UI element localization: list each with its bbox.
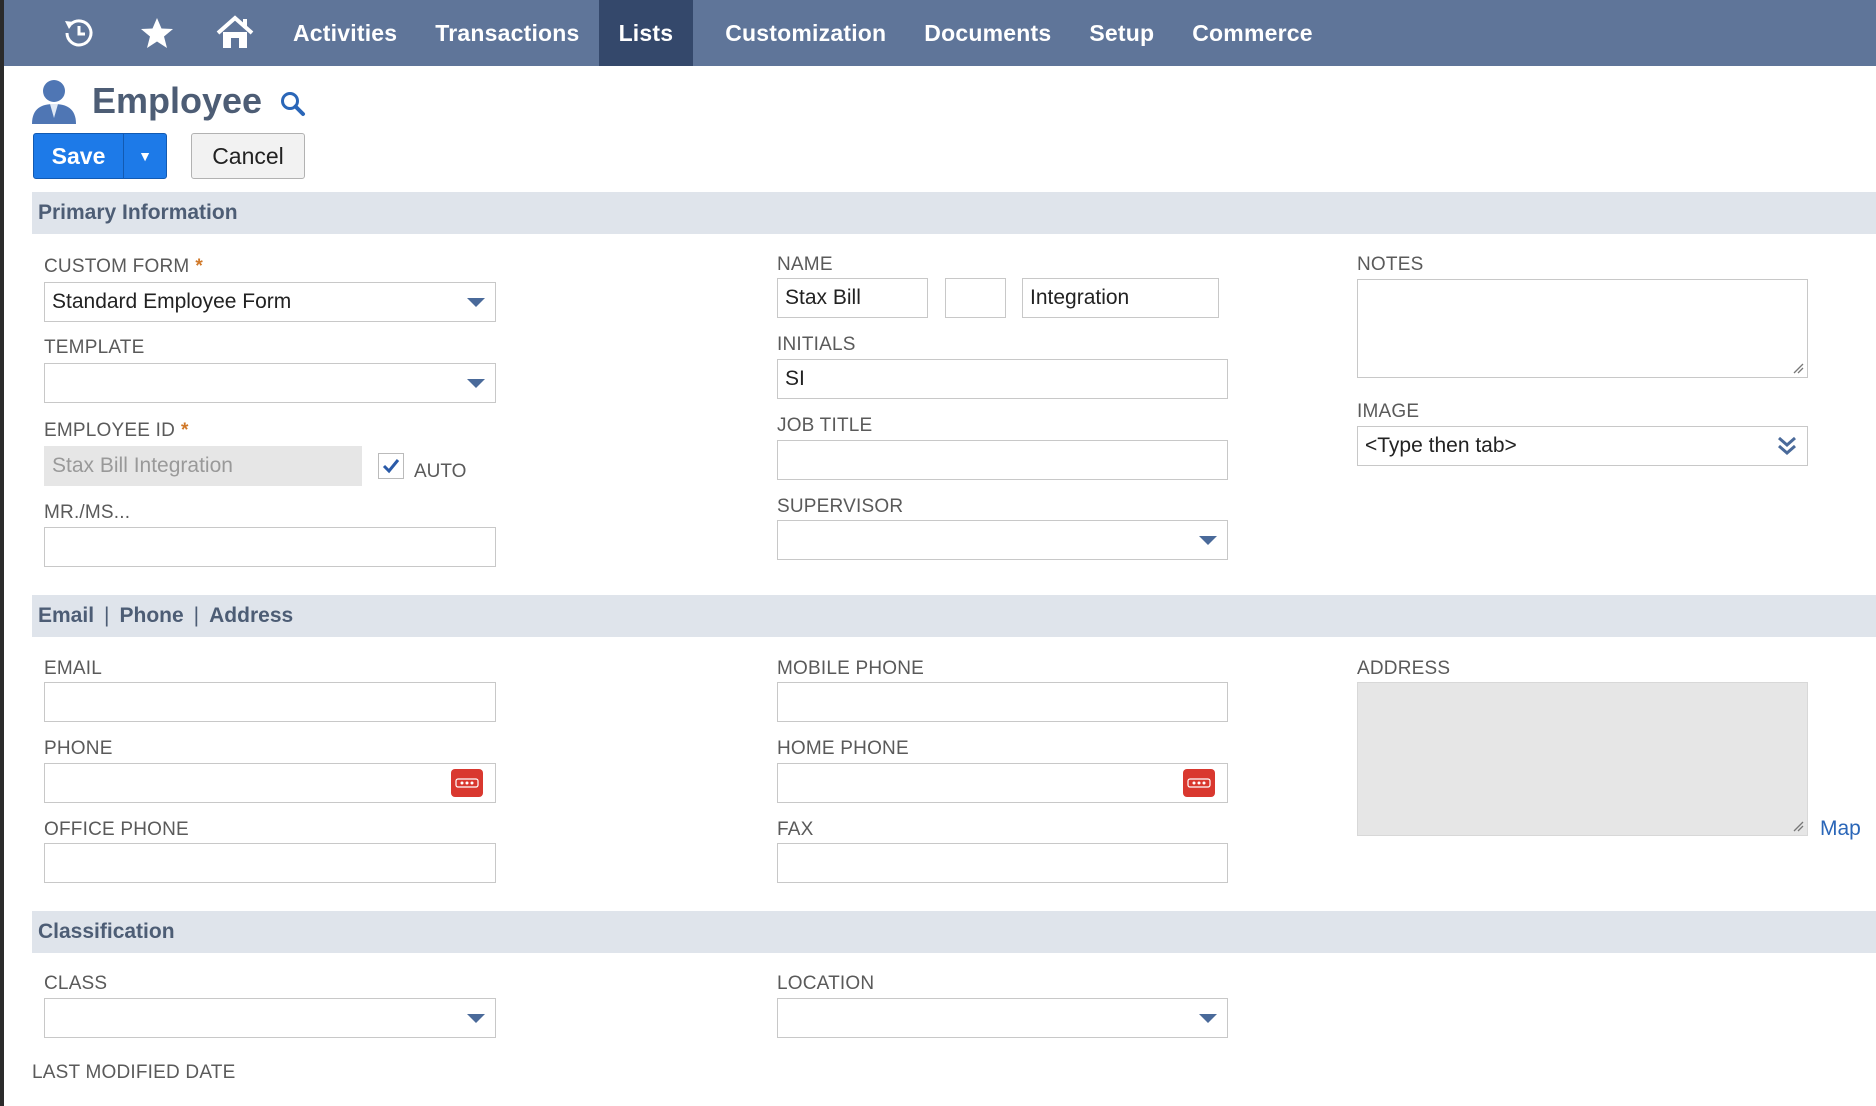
email-field[interactable]	[44, 682, 496, 722]
location-select[interactable]	[777, 998, 1228, 1038]
section-title-email: Email	[38, 604, 95, 627]
nav-documents[interactable]: Documents	[905, 0, 1070, 66]
section-title-phone: Phone	[119, 604, 184, 627]
notes-textarea[interactable]	[1357, 279, 1808, 378]
employee-id-label: EMPLOYEE ID *	[44, 420, 189, 441]
chevron-down-icon	[467, 379, 485, 388]
required-marker: *	[195, 256, 204, 277]
separator: |	[104, 604, 110, 627]
map-link[interactable]: Map	[1820, 817, 1861, 841]
resize-handle-icon[interactable]	[1792, 820, 1804, 832]
section-title-address: Address	[209, 604, 294, 627]
address-textarea	[1357, 682, 1808, 836]
nav-transactions[interactable]: Transactions	[416, 0, 598, 66]
job-title-field[interactable]	[777, 440, 1228, 480]
template-label: TEMPLATE	[44, 337, 145, 358]
nav-activities[interactable]: Activities	[274, 0, 416, 66]
home-icon[interactable]	[196, 0, 274, 66]
section-email-phone-address[interactable]: Email | Phone | Address	[32, 595, 1876, 637]
job-title-label: JOB TITLE	[777, 415, 873, 436]
location-label: LOCATION	[777, 973, 875, 994]
class-select[interactable]	[44, 998, 496, 1038]
page-title: Employee	[92, 80, 263, 121]
image-field[interactable]: <Type then tab>	[1357, 426, 1808, 466]
custom-form-label: CUSTOM FORM *	[44, 256, 204, 277]
home-phone-field[interactable]	[777, 763, 1228, 803]
nav-commerce[interactable]: Commerce	[1173, 0, 1332, 66]
last-name-field[interactable]: Integration	[1022, 278, 1219, 318]
phone-action-icon[interactable]	[451, 769, 483, 797]
section-title: Primary Information	[38, 201, 238, 224]
phone-field[interactable]	[44, 763, 496, 803]
first-name-field[interactable]: Stax Bill	[777, 278, 928, 318]
nav-customization[interactable]: Customization	[706, 0, 905, 66]
fax-label: FAX	[777, 819, 814, 840]
resize-handle-icon[interactable]	[1792, 362, 1804, 374]
office-phone-label: OFFICE PHONE	[44, 819, 189, 840]
nav-lists[interactable]: Lists	[598, 0, 694, 66]
window-edge	[0, 0, 4, 1106]
star-icon[interactable]	[118, 0, 196, 66]
image-value: <Type then tab>	[1365, 434, 1517, 457]
mobile-phone-field[interactable]	[777, 682, 1228, 722]
image-label: IMAGE	[1357, 401, 1420, 422]
person-icon	[32, 80, 76, 124]
class-label: CLASS	[44, 973, 108, 994]
page-header: Employee	[30, 76, 306, 126]
office-phone-field[interactable]	[44, 843, 496, 883]
checkmark-icon	[382, 459, 400, 474]
chevron-down-icon	[467, 298, 485, 307]
mr-ms-field[interactable]	[44, 527, 496, 567]
section-title: Classification	[38, 920, 175, 943]
search-icon[interactable]	[280, 91, 306, 117]
chevron-down-icon	[1199, 536, 1217, 545]
chevron-down-icon	[1199, 1014, 1217, 1023]
section-classification[interactable]: Classification	[32, 911, 1876, 953]
custom-form-value: Standard Employee Form	[52, 290, 292, 313]
last-modified-date-label: LAST MODIFIED DATE	[32, 1062, 236, 1083]
initials-field[interactable]: SI	[777, 359, 1228, 399]
supervisor-select[interactable]	[777, 520, 1228, 560]
double-chevron-down-icon[interactable]	[1777, 435, 1797, 457]
email-label: EMAIL	[44, 658, 103, 679]
auto-checkbox[interactable]	[378, 453, 404, 479]
notes-label: NOTES	[1357, 254, 1424, 275]
supervisor-label: SUPERVISOR	[777, 496, 904, 517]
toolbar: Save ▼ Cancel	[33, 133, 305, 179]
top-nav-bar: Activities Transactions Lists Customizat…	[4, 0, 1876, 66]
custom-form-select[interactable]: Standard Employee Form	[44, 282, 496, 322]
template-select[interactable]	[44, 363, 496, 403]
save-button-group: Save ▼	[33, 133, 167, 179]
save-button[interactable]: Save	[34, 134, 124, 178]
phone-action-icon[interactable]	[1183, 769, 1215, 797]
phone-label: PHONE	[44, 738, 113, 759]
section-primary-information[interactable]: Primary Information	[32, 192, 1876, 234]
cancel-button[interactable]: Cancel	[191, 133, 305, 179]
fax-field[interactable]	[777, 843, 1228, 883]
address-label: ADDRESS	[1357, 658, 1451, 679]
employee-id-field: Stax Bill Integration	[44, 446, 362, 486]
initials-label: INITIALS	[777, 334, 856, 355]
name-label: NAME	[777, 254, 833, 275]
auto-label: AUTO	[414, 461, 467, 482]
recent-icon[interactable]	[40, 0, 118, 66]
required-marker: *	[181, 420, 189, 441]
nav-setup[interactable]: Setup	[1070, 0, 1173, 66]
save-menu-arrow[interactable]: ▼	[124, 134, 166, 178]
mobile-phone-label: MOBILE PHONE	[777, 658, 925, 679]
middle-name-field[interactable]	[945, 278, 1006, 318]
home-phone-label: HOME PHONE	[777, 738, 909, 759]
separator: |	[193, 604, 200, 627]
chevron-down-icon	[467, 1014, 485, 1023]
mr-ms-label: MR./MS...	[44, 502, 131, 523]
